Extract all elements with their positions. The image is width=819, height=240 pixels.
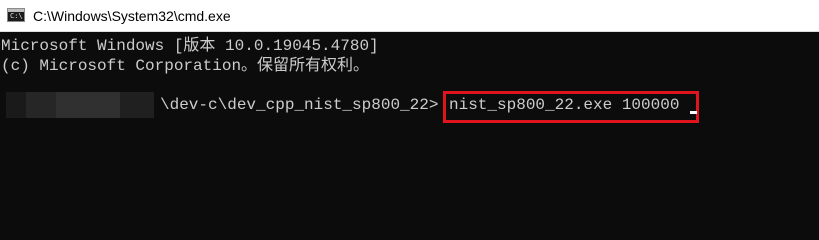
window-title: C:\Windows\System32\cmd.exe	[33, 8, 231, 24]
icon-prompt-glyph: C:\	[10, 12, 23, 20]
prompt-path: \dev-c\dev_cpp_nist_sp800_22>	[160, 96, 439, 114]
console-line-copyright: (c) Microsoft Corporation。保留所有权利。	[1, 57, 370, 75]
cmd-terminal-icon[interactable]: C:\	[7, 8, 25, 22]
redacted-path-block	[120, 92, 154, 118]
console-line-version: Microsoft Windows [版本 10.0.19045.4780]	[1, 37, 379, 55]
redacted-path-block	[26, 92, 56, 118]
command-highlight-box	[443, 91, 699, 123]
text-cursor	[690, 111, 697, 114]
cmd-window: C:\ C:\Windows\System32\cmd.exe Microsof…	[0, 0, 819, 205]
redacted-path-block	[56, 92, 120, 118]
redacted-path-block	[6, 92, 26, 118]
console-output-area[interactable]: Microsoft Windows [版本 10.0.19045.4780] (…	[0, 32, 819, 205]
title-bar[interactable]: C:\ C:\Windows\System32\cmd.exe	[0, 0, 819, 32]
